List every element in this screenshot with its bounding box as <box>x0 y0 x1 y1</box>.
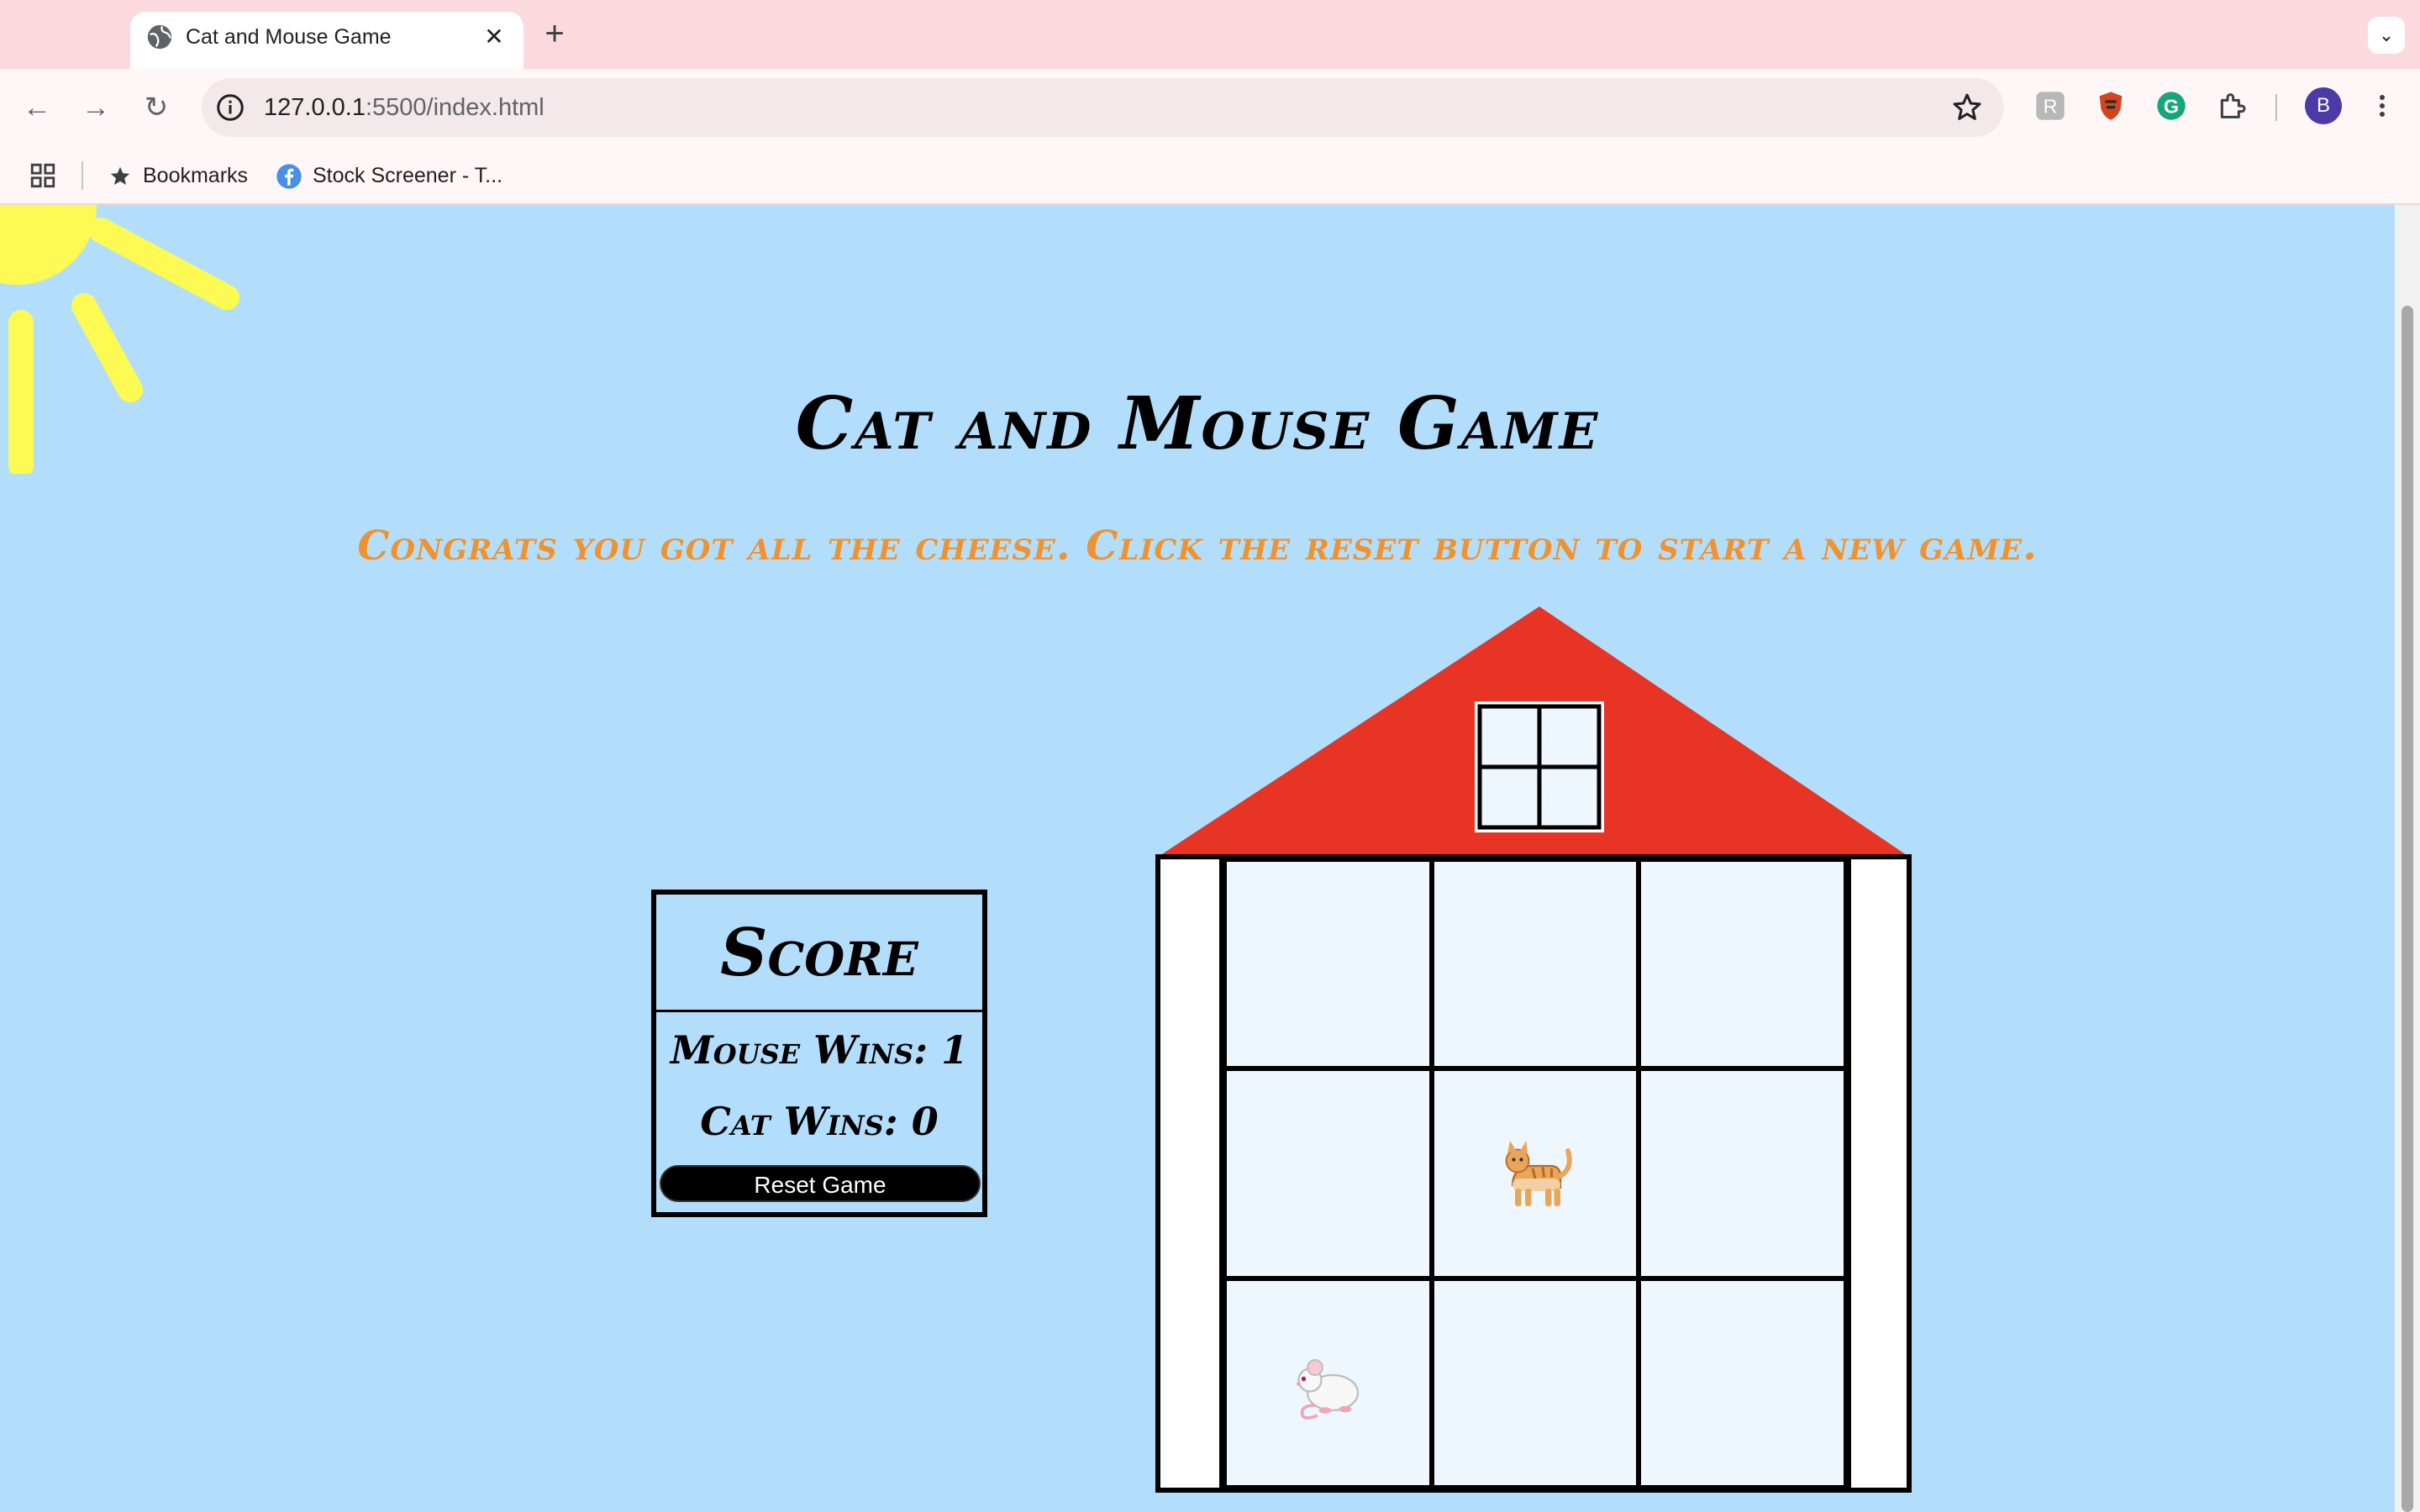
board-cell-2-0[interactable] <box>1224 1278 1432 1488</box>
address-bar[interactable]: 127.0.0.1:5500/index.html <box>202 78 2004 137</box>
page-scrollbar[interactable] <box>2395 205 2420 1512</box>
page-content: Cat and Mouse Game Congrats you got all … <box>0 205 2395 1512</box>
board-cell-0-2[interactable] <box>1639 859 1846 1069</box>
bookmark-star-icon[interactable] <box>1950 91 1984 124</box>
board-cell-2-1[interactable] <box>1431 1278 1639 1488</box>
grammarly-icon[interactable]: G <box>2154 89 2188 123</box>
roof <box>1155 606 1912 858</box>
cat-wins: Cat Wins: 0 <box>700 1099 939 1144</box>
more-menu-icon[interactable] <box>2365 87 2399 124</box>
new-tab-icon[interactable]: + <box>538 17 571 50</box>
bookmarks-separator <box>82 161 83 190</box>
board-cell-0-0[interactable] <box>1224 859 1432 1069</box>
extension-r-icon[interactable]: R <box>2033 89 2067 123</box>
game-grid <box>1219 859 1851 1488</box>
house-body <box>1155 854 1912 1493</box>
attic-window <box>1475 701 1604 832</box>
scrollbar-thumb[interactable] <box>2402 306 2413 1512</box>
reload-icon[interactable]: ↻ <box>134 86 178 129</box>
cat-icon <box>1505 1140 1572 1206</box>
extension-shield-icon[interactable] <box>2094 89 2128 123</box>
browser-toolbar: ← → ↻ 127.0.0.1:5500/index.html R G B <box>0 69 2420 146</box>
back-icon[interactable]: ← <box>15 86 59 129</box>
tab-title: Cat and Mouse Game <box>186 25 392 49</box>
star-icon <box>110 167 130 186</box>
win-message: Congrats you got all the cheese. Click t… <box>357 522 2038 570</box>
url-text: 127.0.0.1:5500/index.html <box>264 94 544 121</box>
score-heading: Score <box>656 895 982 1012</box>
house-board <box>1151 606 1916 1512</box>
svg-text:R: R <box>2044 95 2058 117</box>
board-cell-0-1[interactable] <box>1431 859 1639 1069</box>
mouse-wins: Mouse Wins: 1 <box>670 1027 969 1073</box>
extensions-puzzle-icon[interactable] <box>2215 89 2249 123</box>
apps-grid-icon[interactable] <box>29 161 57 190</box>
svg-text:G: G <box>2164 95 2179 117</box>
close-tab-icon[interactable]: ✕ <box>479 22 509 52</box>
bookmark-bookmarks[interactable]: Bookmarks <box>108 158 248 193</box>
toolbar-divider <box>2275 94 2277 121</box>
reset-game-button[interactable]: Reset Game <box>660 1165 981 1202</box>
board-cell-1-1[interactable] <box>1431 1068 1639 1278</box>
tab-strip: Cat and Mouse Game ✕ + ⌄ <box>0 0 2420 69</box>
bookmark-stock-screener[interactable]: Stock Screener - T... <box>276 158 502 193</box>
score-panel: Score Mouse Wins: 1 Cat Wins: 0 Reset Ga… <box>651 890 987 1217</box>
board-cell-2-2[interactable] <box>1639 1278 1846 1488</box>
board-cell-1-2[interactable] <box>1639 1068 1846 1278</box>
board-cell-1-0[interactable] <box>1224 1068 1432 1278</box>
mouse-icon <box>1297 1359 1360 1420</box>
profile-avatar[interactable]: B <box>2305 87 2342 124</box>
browser-tab[interactable]: Cat and Mouse Game ✕ <box>130 12 523 69</box>
facebook-icon <box>276 164 302 190</box>
site-info-icon[interactable] <box>215 92 245 123</box>
globe-icon <box>147 24 172 50</box>
tab-list-chevron-icon[interactable]: ⌄ <box>2368 17 2405 54</box>
game-title: Cat and Mouse Game <box>795 381 1600 466</box>
forward-icon[interactable]: → <box>74 86 118 129</box>
bookmarks-bar: Bookmarks Stock Screener - T... <box>0 146 2420 205</box>
